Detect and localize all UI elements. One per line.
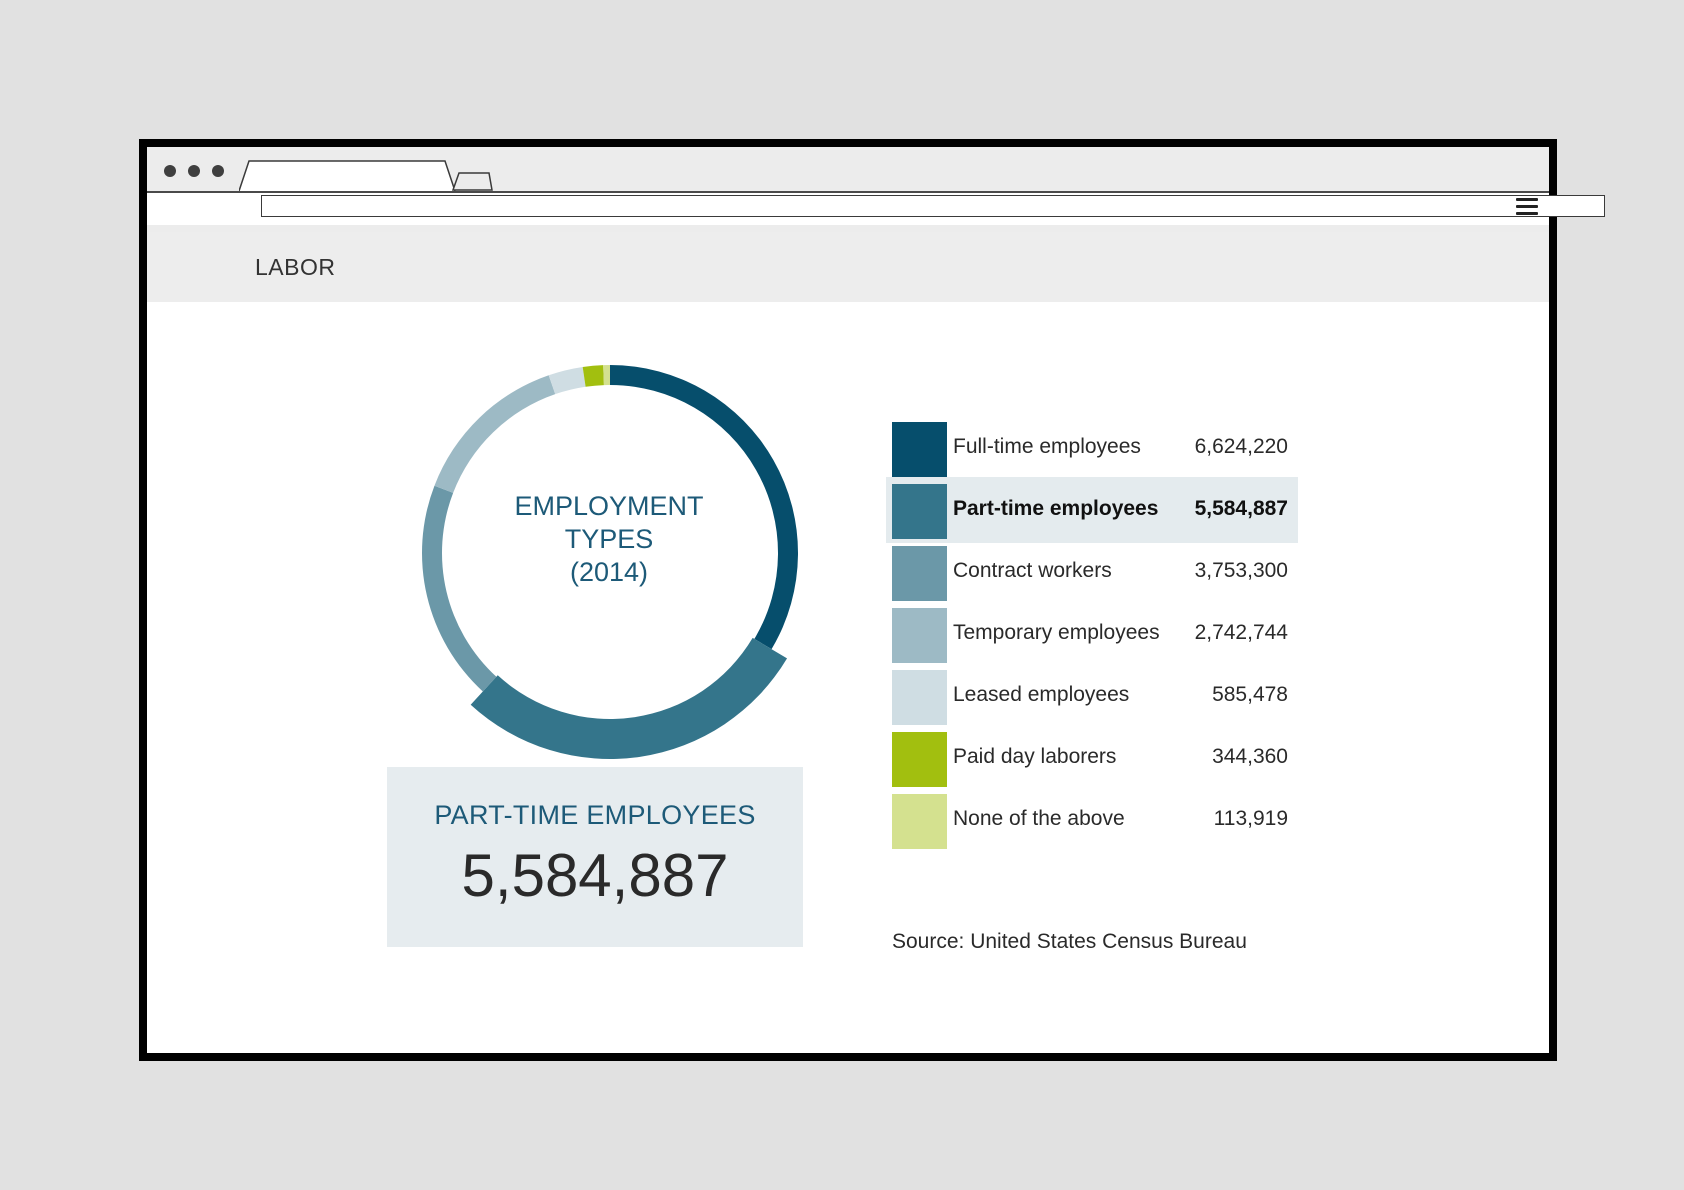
legend-value: 585,478 [1212,683,1288,706]
window-controls [164,165,224,177]
source-note: Source: United States Census Bureau [892,930,1247,953]
callout-label: PART-TIME EMPLOYEES [434,800,756,830]
page-header: LABOR [147,232,1549,302]
legend-label: None of the above [953,807,1125,830]
legend-item[interactable]: Full-time employees 6,624,220 [886,415,1298,481]
legend-value: 5,584,887 [1194,497,1288,520]
chart-title-line: EMPLOYMENT [514,491,704,521]
chart-title: EMPLOYMENT TYPES (2014) [474,490,744,589]
legend-value: 6,624,220 [1194,435,1288,458]
page-title: LABOR [255,254,336,280]
legend-item[interactable]: Leased employees 585,478 [886,663,1298,729]
donut-slice-leased-employees[interactable] [548,366,586,395]
donut-slice-temporary-employees[interactable] [434,375,556,493]
legend-item[interactable]: None of the above 113,919 [886,787,1298,853]
legend-swatch [892,422,947,477]
address-bar[interactable] [261,195,1605,217]
browser-chrome [147,147,1605,233]
legend-value: 3,753,300 [1194,559,1288,582]
donut-slice-none-of-the-above[interactable] [603,365,610,386]
legend-value: 2,742,744 [1194,621,1288,644]
donut-slice-part-time-employees[interactable] [470,637,788,759]
chart-title-line: TYPES [564,524,654,554]
legend-label: Leased employees [953,683,1130,706]
legend-item[interactable]: Paid day laborers 344,360 [886,725,1298,791]
legend-value: 344,360 [1212,745,1288,768]
legend-swatch [892,670,947,725]
chart-title-line: (2014) [569,557,649,587]
legend-label: Paid day laborers [953,745,1117,768]
legend-item[interactable]: Contract workers 3,753,300 [886,539,1298,605]
new-tab-icon[interactable] [451,170,495,192]
close-dot-icon[interactable] [164,165,176,177]
legend-swatch [892,794,947,849]
legend-label: Temporary employees [953,621,1160,644]
legend-item[interactable]: Temporary employees 2,742,744 [886,601,1298,667]
browser-window: LABOR EMPLOYMENT TYPES (2014) PART-TIME … [139,139,1605,1061]
highlight-callout: PART-TIME EMPLOYEES 5,584,887 [387,767,803,947]
legend-label: Contract workers [953,559,1112,582]
maximize-dot-icon[interactable] [212,165,224,177]
legend-item[interactable]: Part-time employees 5,584,887 [886,477,1298,543]
donut-slice-paid-day-laborers[interactable] [582,365,604,387]
legend-swatch [892,732,947,787]
browser-tab[interactable] [239,160,457,192]
hamburger-menu-icon[interactable] [1516,198,1538,216]
legend-value: 113,919 [1213,807,1288,830]
callout-value: 5,584,887 [461,842,729,909]
legend-label: Full-time employees [953,435,1141,458]
minimize-dot-icon[interactable] [188,165,200,177]
legend-swatch [892,484,947,539]
legend-swatch [892,608,947,663]
legend-label: Part-time employees [953,497,1159,520]
legend-swatch [892,546,947,601]
